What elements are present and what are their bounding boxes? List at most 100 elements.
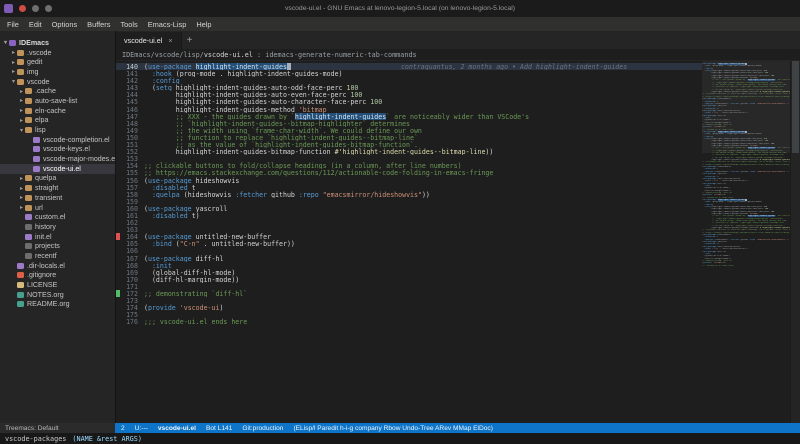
tree-item-straight[interactable]: ▸straight — [0, 183, 115, 193]
tree-item-.cache[interactable]: ▸.cache — [0, 86, 115, 96]
code-line[interactable]: 162 — [116, 219, 702, 226]
tree-item-.vscode[interactable]: ▸.vscode — [0, 48, 115, 58]
chevron-right-icon[interactable]: ▸ — [10, 59, 17, 66]
chevron-right-icon[interactable]: ▸ — [18, 107, 25, 114]
minimap[interactable]: (use-package highlight-indent-guides :ho… — [702, 61, 790, 423]
chevron-right-icon[interactable]: ▸ — [10, 68, 17, 75]
chevron-right-icon[interactable]: ▸ — [18, 175, 25, 182]
code-line[interactable]: 169 (global-diff-hl-mode) — [116, 269, 702, 276]
scrollbar-thumb[interactable] — [792, 61, 799, 153]
tab-label: vscode-ui.el — [124, 36, 162, 45]
tree-item-vscode-major-modes.el[interactable]: vscode-major-modes.el — [0, 154, 115, 164]
tree-item-quelpa[interactable]: ▸quelpa — [0, 174, 115, 184]
tree-item-notes.org[interactable]: NOTES.org — [0, 290, 115, 300]
code-line[interactable]: 141 :hook (prog-mode . highlight-indent-… — [116, 70, 702, 77]
new-tab-button[interactable]: + — [182, 32, 198, 49]
minimap-viewport[interactable] — [702, 61, 790, 153]
code-line[interactable]: 168 :init — [116, 262, 702, 269]
code-line[interactable]: 156(use-package hideshowvis — [116, 177, 702, 184]
tree-item-label: LICENSE — [27, 281, 57, 289]
tree-item-gedit[interactable]: ▸gedit — [0, 57, 115, 67]
el-icon — [33, 166, 40, 172]
code-line[interactable]: 163 — [116, 226, 702, 233]
code-line[interactable]: 159 — [116, 198, 702, 205]
code-line[interactable]: 152 highlight-indent-guides-bitmap-funct… — [116, 148, 702, 155]
chevron-right-icon[interactable]: ▸ — [10, 49, 17, 56]
tree-item-.gitignore[interactable]: .gitignore — [0, 271, 115, 281]
code-line[interactable]: 172;; demonstrating `diff-hl` — [116, 290, 702, 297]
tree-item-recentf[interactable]: recentf — [0, 251, 115, 261]
tree-item-init.el[interactable]: init.el — [0, 232, 115, 242]
chevron-down-icon[interactable]: ▾ — [10, 78, 17, 85]
tree-item-img[interactable]: ▸img — [0, 67, 115, 77]
tree-item-license[interactable]: LICENSE — [0, 280, 115, 290]
code-area[interactable]: 140(use-package highlight-indent-guides … — [116, 61, 702, 423]
code-line[interactable]: 170 (diff-hl-margin-mode)) — [116, 276, 702, 283]
code-line[interactable]: 174(provide 'vscode-ui) — [116, 304, 702, 311]
code-line[interactable]: 154;; clickable buttons to fold/collapse… — [116, 162, 702, 169]
code-line[interactable]: 142 :config — [116, 77, 702, 84]
code-line[interactable]: 157 :disabled t — [116, 184, 702, 191]
code-line[interactable]: 173 — [116, 297, 702, 304]
menu-item-help[interactable]: Help — [191, 20, 216, 29]
code-line[interactable]: 145 highlight-indent-guides-auto-charact… — [116, 98, 702, 105]
tree-item-elpa[interactable]: ▸elpa — [0, 116, 115, 126]
menu-item-file[interactable]: File — [2, 20, 24, 29]
tree-item-projects[interactable]: projects — [0, 241, 115, 251]
tree-item-transient[interactable]: ▸transient — [0, 193, 115, 203]
code-line[interactable]: 149 ;; the width using `frame-char-width… — [116, 127, 702, 134]
tree-item-vscode-completion.el[interactable]: vscode-completion.el — [0, 135, 115, 145]
code-line[interactable]: 167(use-package diff-hl — [116, 255, 702, 262]
code-line[interactable]: 176;;; vscode-ui.el ends here — [116, 318, 702, 325]
code-line[interactable]: 155;; https://emacs.stackexchange.com/qu… — [116, 169, 702, 176]
folder-icon — [17, 79, 24, 85]
tree-item-custom.el[interactable]: custom.el — [0, 212, 115, 222]
chevron-right-icon[interactable]: ▸ — [18, 97, 25, 104]
code-line[interactable]: 164(use-package untitled-new-buffer — [116, 233, 702, 240]
code-line[interactable]: 160(use-package yascroll — [116, 205, 702, 212]
code-line[interactable]: 165 :bind ("C-n" . untitled-new-buffer)) — [116, 240, 702, 247]
code-line[interactable]: 151 ;; as the value of `highlight-indent… — [116, 141, 702, 148]
chevron-right-icon[interactable]: ▸ — [18, 194, 25, 201]
code-line[interactable]: 161 :disabled t) — [116, 212, 702, 219]
tree-item-url[interactable]: ▸url — [0, 203, 115, 213]
tree-item-eln-cache[interactable]: ▸eln-cache — [0, 106, 115, 116]
tab-vscode-ui[interactable]: vscode-ui.el × — [116, 32, 182, 49]
tree-item-vscode[interactable]: ▾vscode — [0, 77, 115, 87]
chevron-right-icon[interactable]: ▸ — [18, 204, 25, 211]
code-line[interactable]: 144 highlight-indent-guides-auto-even-fa… — [116, 91, 702, 98]
code-text: ;; `highlight-indent-guides--bitmap-high… — [144, 120, 702, 127]
code-line[interactable]: 147 ;; XXX - the guides drawn by `highli… — [116, 113, 702, 120]
tree-item-history[interactable]: history — [0, 222, 115, 232]
tree-item-idemacs[interactable]: ▾IDEmacs — [0, 38, 115, 48]
scrollbar[interactable] — [790, 61, 800, 423]
code-line[interactable]: 153 — [116, 155, 702, 162]
chevron-down-icon[interactable]: ▾ — [18, 127, 25, 134]
menu-item-buffers[interactable]: Buffers — [82, 20, 115, 29]
menu-item-edit[interactable]: Edit — [24, 20, 47, 29]
tree-item-readme.org[interactable]: README.org — [0, 300, 115, 310]
code-line[interactable]: 148 ;; `highlight-indent-guides--bitmap-… — [116, 120, 702, 127]
code-line[interactable]: 158 :quelpa (hideshowvis :fetcher github… — [116, 191, 702, 198]
code-line[interactable]: 166 — [116, 247, 702, 254]
code-line[interactable]: 150 ;; function to replace `highlight-in… — [116, 134, 702, 141]
tree-item-auto-save-list[interactable]: ▸auto-save-list — [0, 96, 115, 106]
code-line[interactable]: 143 (setq highlight-indent-guides-auto-o… — [116, 84, 702, 91]
code-line[interactable]: 140(use-package highlight-indent-guides … — [116, 63, 702, 70]
menu-item-options[interactable]: Options — [47, 20, 82, 29]
tree-item-vscode-ui.el[interactable]: vscode-ui.el — [0, 164, 115, 174]
tree-item-lisp[interactable]: ▾lisp — [0, 125, 115, 135]
chevron-right-icon[interactable]: ▸ — [18, 185, 25, 192]
chevron-right-icon[interactable]: ▸ — [18, 117, 25, 124]
tree-item-.dir-locals.el[interactable]: .dir-locals.el — [0, 261, 115, 271]
menu-item-emacs-lisp[interactable]: Emacs-Lisp — [143, 20, 192, 29]
tab-close-icon[interactable]: × — [168, 36, 172, 45]
chevron-down-icon[interactable]: ▾ — [2, 39, 9, 46]
code-line[interactable]: 171 — [116, 283, 702, 290]
code-line[interactable]: 146 highlight-indent-guides-method 'bitm… — [116, 106, 702, 113]
code-text: ;; as the value of `highlight-indent-gui… — [144, 141, 702, 148]
menu-item-tools[interactable]: Tools — [115, 20, 142, 29]
tree-item-vscode-keys.el[interactable]: vscode-keys.el — [0, 145, 115, 155]
chevron-right-icon[interactable]: ▸ — [18, 88, 25, 95]
code-line[interactable]: 175 — [116, 311, 702, 318]
